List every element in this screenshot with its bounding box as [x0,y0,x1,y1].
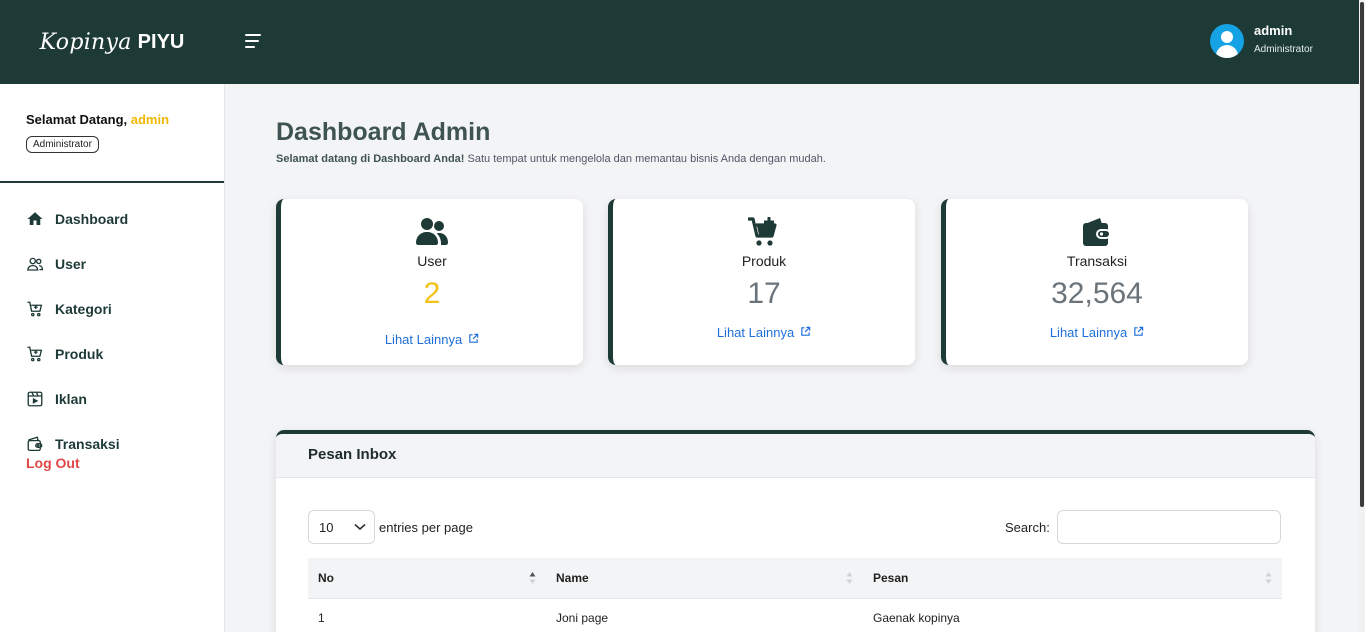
sidebar-item-label: Kategori [55,300,112,317]
user-name: admin [1254,23,1293,38]
sidebar-item-label: Transaksi [55,435,120,452]
page-size-select[interactable]: 10 [308,510,375,544]
external-link-icon [801,326,811,336]
view-more-label: Lihat Lainnya [384,332,463,347]
chevron-down-icon [354,523,366,531]
welcome-username: admin [130,112,170,127]
view-more-label: Lihat Lainnya [1049,325,1128,340]
table-header: No Name Pesan [308,558,1282,599]
home-icon [27,211,43,225]
inbox-title: Pesan Inbox [276,434,1315,478]
stat-card-user: User 2 Lihat Lainnya [276,199,583,365]
stat-label: Transaksi [1066,253,1128,269]
column-label: Pesan [873,571,909,585]
table-row[interactable]: 1 Joni page Gaenak kopinya [308,599,1282,632]
brand-bold-text: PIYU [137,30,185,53]
table-cell: Joni page [556,610,609,625]
users-icon [416,218,448,245]
brand-logo[interactable]: Kopinya PIYU [0,0,224,84]
sort-asc-icon [529,572,536,584]
wallet-icon [27,435,43,451]
sidebar-menu: Dashboard User Kategori Produk Iklan Tra… [26,196,216,466]
stat-value: 32,564 [1051,277,1143,310]
page-size-value: 10 [319,519,334,535]
menu-toggle-icon[interactable] [245,34,265,50]
sidebar-divider [0,181,224,183]
stat-value: 2 [423,277,441,310]
view-more-link[interactable]: Lihat Lainnya [281,332,583,347]
stat-label: User [417,253,447,269]
sidebar-item-kategori[interactable]: Kategori [26,286,216,331]
table-cell: Gaenak kopinya [873,610,960,625]
inbox-table: No Name Pesan 1 Joni page Gaenak kopinya [308,558,1282,632]
top-navbar: Kopinya PIYU admin Administrator [0,0,1365,84]
media-icon [27,391,43,406]
sidebar-item-label: Dashboard [55,210,129,227]
page-scrollbar[interactable] [1359,0,1365,632]
logout-link[interactable]: Log Out [26,455,80,471]
stat-card-transaksi: Transaksi 32,564 Lihat Lainnya [941,199,1248,365]
page-subtitle-text: Satu tempat untuk mengelola dan memantau… [464,153,826,165]
search-label: Search: [1005,519,1050,535]
users-icon [27,257,44,271]
view-more-link[interactable]: Lihat Lainnya [946,325,1248,340]
sort-icon [1265,572,1272,584]
brand-script-text: Kopinya [39,29,132,55]
sidebar-item-label: User [55,255,87,272]
search-control: Search: [1005,510,1281,544]
sidebar-item-dashboard[interactable]: Dashboard [26,196,216,241]
welcome-text: Selamat Datang, admin [26,112,169,127]
column-header-pesan[interactable]: Pesan [863,558,1282,598]
external-link-icon [469,333,479,343]
page-subtitle-bold: Selamat datang di Dashboard Anda! [276,153,465,165]
sort-icon [846,572,853,584]
inbox-panel: Pesan Inbox 10 entries per page Search: … [276,430,1315,632]
stat-card-produk: Produk 17 Lihat Lainnya [608,199,915,365]
column-label: No [318,571,334,585]
entries-control: 10 entries per page [308,510,473,544]
page-subtitle: Selamat datang di Dashboard Anda! Satu t… [276,153,826,165]
search-input[interactable] [1056,510,1281,544]
user-role: Administrator [1254,44,1313,55]
sidebar-item-label: Produk [55,345,104,362]
column-header-no[interactable]: No [308,558,546,598]
column-label: Name [556,571,589,585]
sidebar-item-iklan[interactable]: Iklan [26,376,216,421]
view-more-label: Lihat Lainnya [716,325,795,340]
stat-label: Produk [741,253,787,269]
entries-label: entries per page [379,519,473,535]
page-title: Dashboard Admin [276,118,491,146]
sidebar-item-produk[interactable]: Produk [26,331,216,376]
sidebar-item-label: Iklan [55,390,87,407]
welcome-prefix: Selamat Datang, [26,112,131,127]
sidebar-item-user[interactable]: User [26,241,216,286]
cart-icon [27,301,43,316]
cart-plus-icon [748,217,777,246]
view-more-link[interactable]: Lihat Lainnya [613,325,915,340]
stat-value: 17 [747,277,781,310]
column-header-name[interactable]: Name [546,558,863,598]
external-link-icon [1134,326,1144,336]
cart-icon [27,346,43,361]
wallet-icon [1083,218,1111,246]
sidebar: Selamat Datang, admin Administrator Dash… [0,84,225,632]
role-badge: Administrator [26,136,99,153]
avatar [1210,24,1244,58]
user-menu[interactable]: admin Administrator [1210,23,1313,58]
table-cell: 1 [318,610,325,625]
